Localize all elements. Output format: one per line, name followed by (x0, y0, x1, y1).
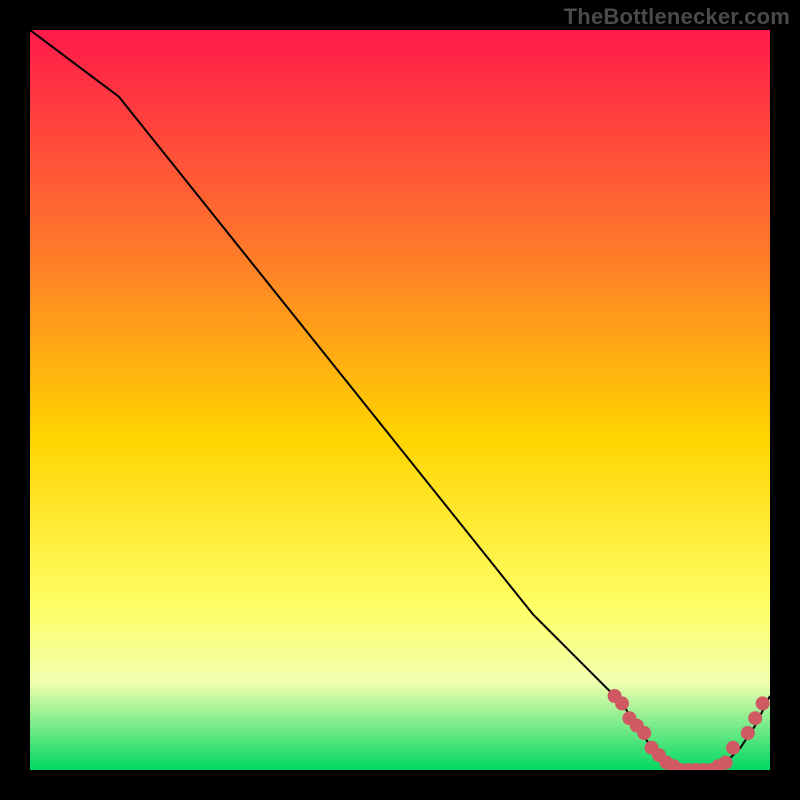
marker-dot (748, 711, 762, 725)
watermark-text: TheBottlenecker.com (564, 4, 790, 30)
plot-area (30, 30, 770, 770)
marker-dot (615, 696, 629, 710)
marker-dot (637, 726, 651, 740)
marker-dot (726, 741, 740, 755)
marker-dot (741, 726, 755, 740)
gradient-background (30, 30, 770, 770)
chart-frame: TheBottlenecker.com (0, 0, 800, 800)
marker-dot (719, 756, 733, 770)
chart-svg (30, 30, 770, 770)
marker-dot (756, 696, 770, 710)
